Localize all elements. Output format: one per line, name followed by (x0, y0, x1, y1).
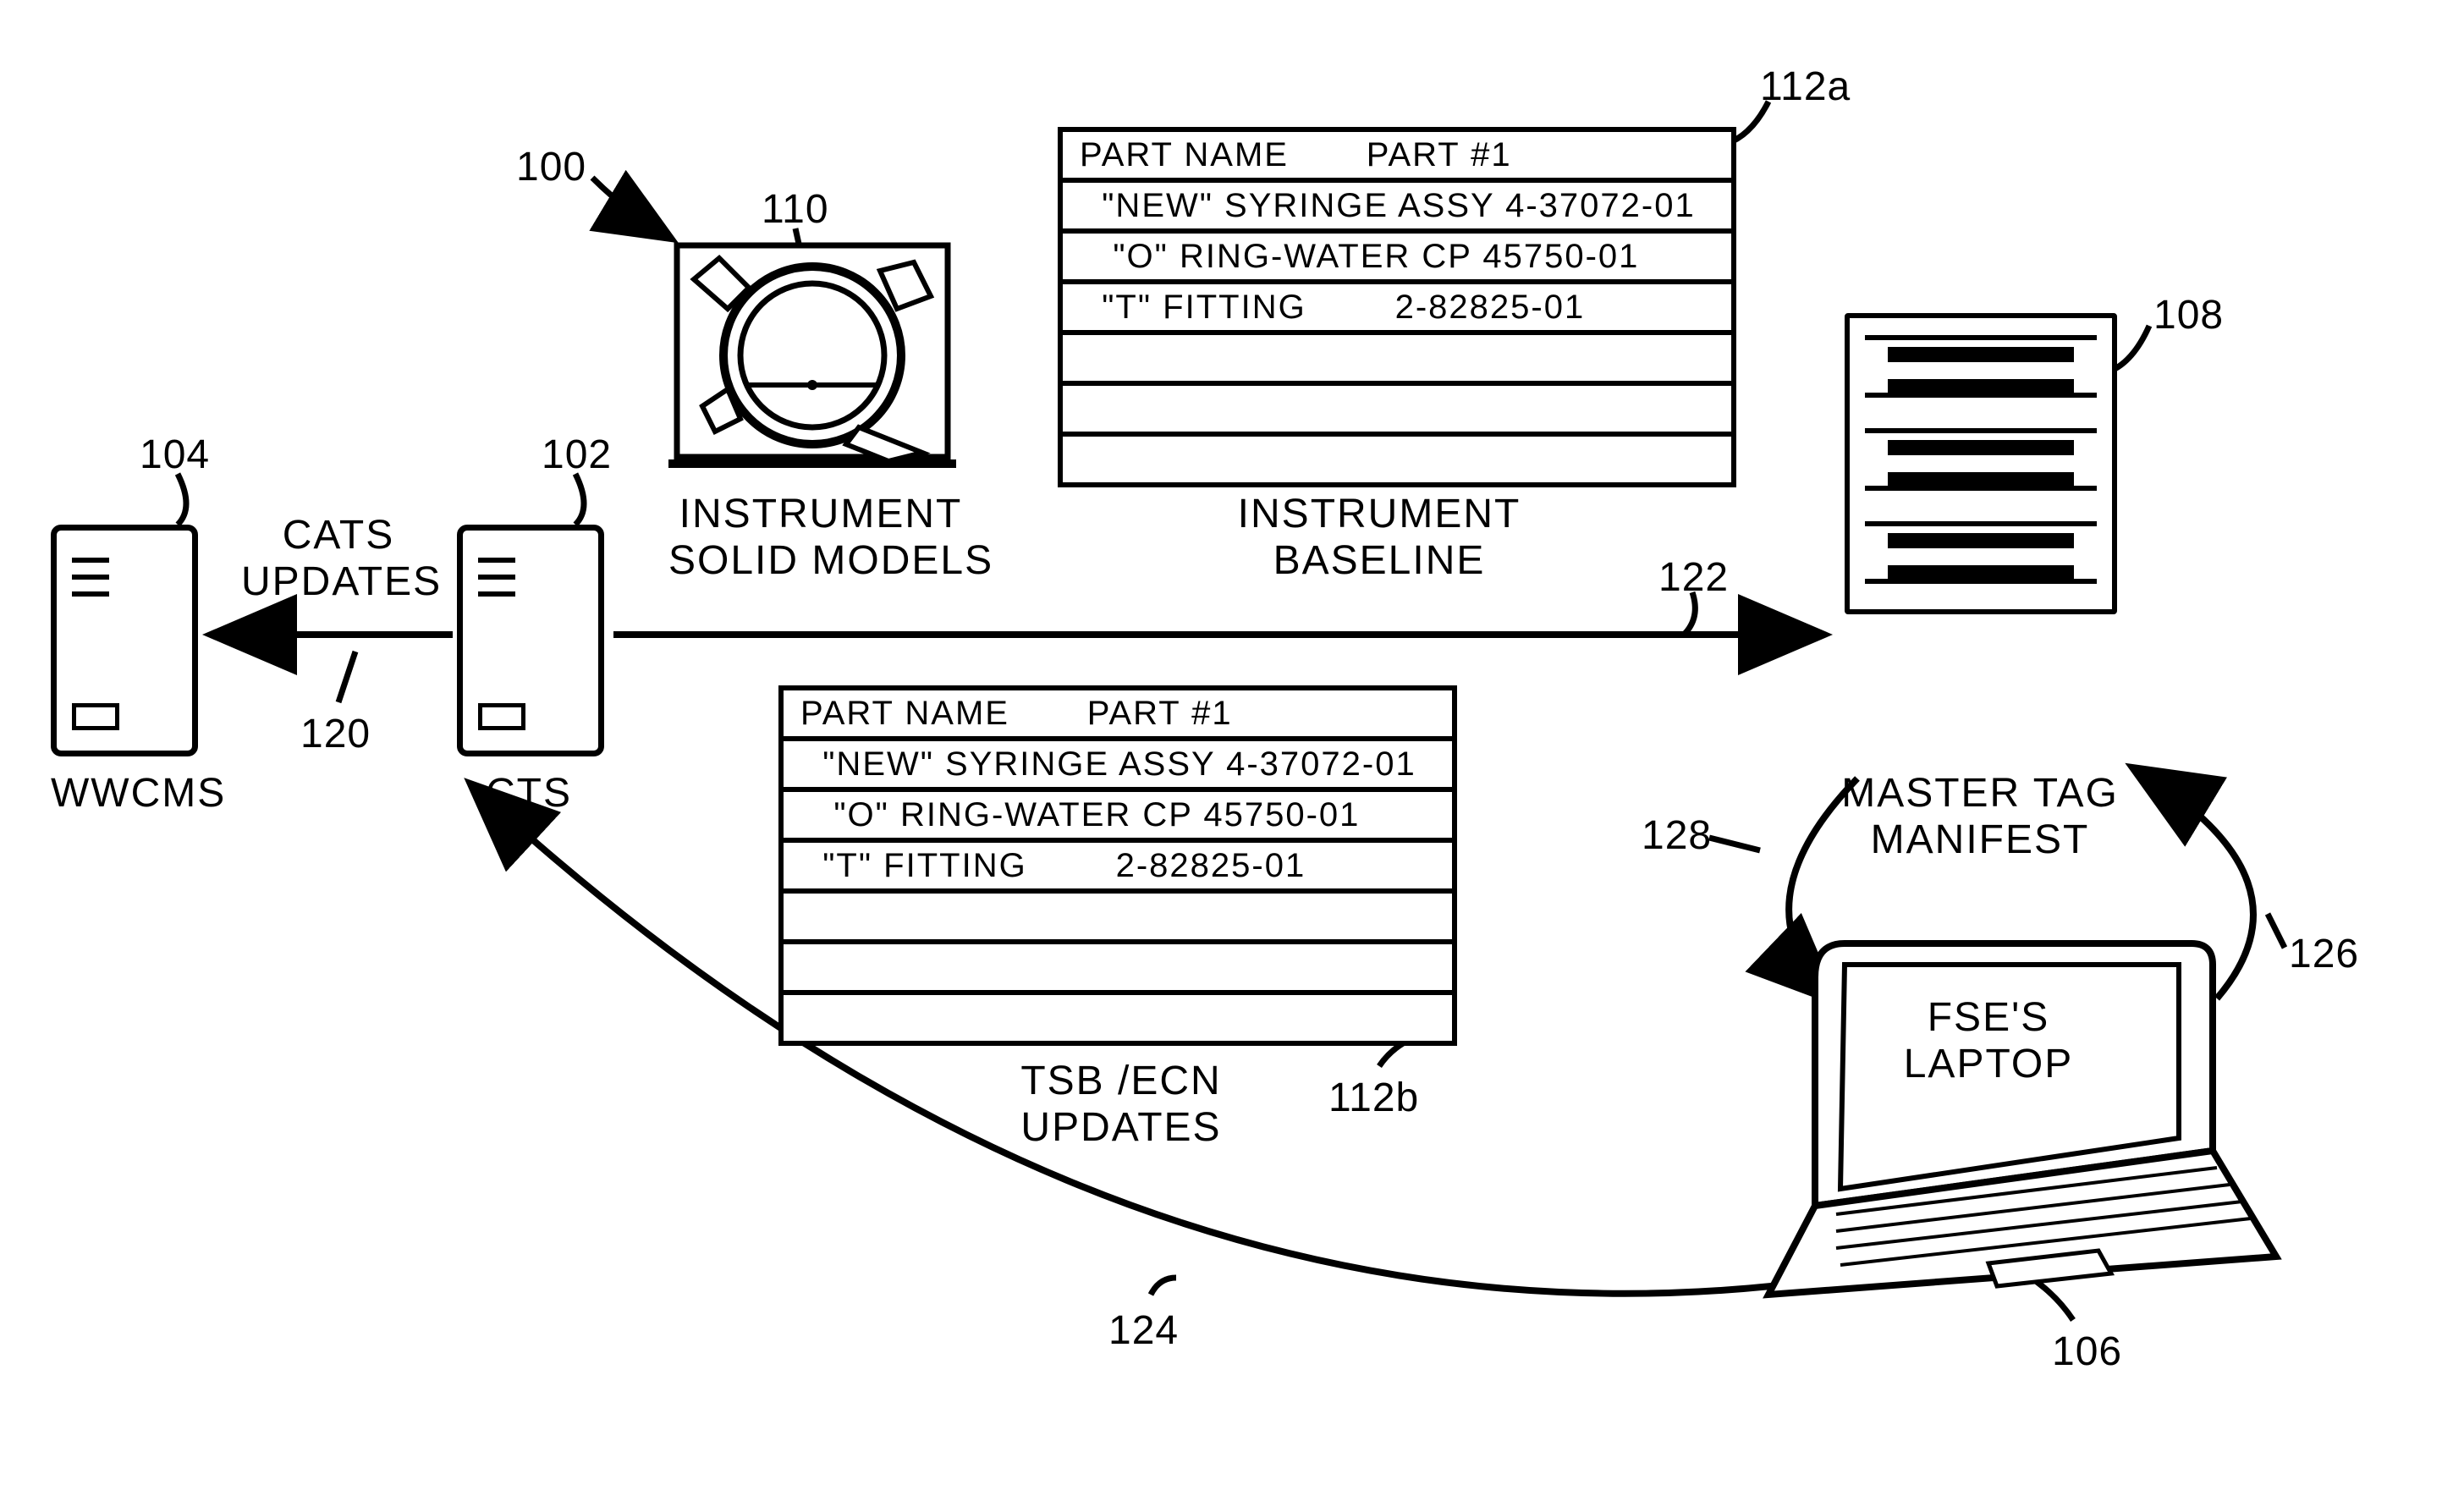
table-row (1063, 437, 1731, 482)
ref-122: 122 (1658, 554, 1729, 601)
ref-100: 100 (516, 144, 586, 190)
master-tag-manifest-label: MASTER TAG MANIFEST (1836, 770, 2124, 863)
ref-128: 128 (1642, 812, 1712, 859)
table-row: "T" FITTING 2-82825-01 (1063, 284, 1731, 335)
fse-laptop-label: FSE'S LAPTOP (1895, 994, 2082, 1087)
table-row (784, 944, 1452, 995)
ref-106: 106 (2052, 1328, 2122, 1375)
ref-120: 120 (300, 711, 371, 757)
table-header: PART NAME PART #1 (784, 690, 1452, 741)
table-header: PART NAME PART #1 (1063, 132, 1731, 183)
master-tag-manifest-icon (1845, 313, 2117, 614)
table-row: "T" FITTING 2-82825-01 (784, 843, 1452, 894)
table-row: "NEW" SYRINGE ASSY 4-37072-01 (784, 741, 1452, 792)
ref-124: 124 (1108, 1307, 1179, 1354)
ref-104: 104 (140, 432, 210, 478)
table-row (784, 995, 1452, 1041)
wwcms-server-icon (51, 525, 198, 756)
instrument-baseline-table: PART NAME PART #1 "NEW" SYRINGE ASSY 4-3… (1058, 127, 1736, 487)
table-row (784, 894, 1452, 944)
table-row (1063, 335, 1731, 386)
tsb-ecn-table: PART NAME PART #1 "NEW" SYRINGE ASSY 4-3… (778, 685, 1457, 1046)
instrument-models-label: INSTRUMENT SOLID MODELS (668, 491, 973, 584)
diagram-stage: WWCMS CTS CATS UPDATES INSTRUMENT SOLID … (0, 0, 2464, 1496)
ref-126: 126 (2289, 931, 2359, 977)
ref-112b: 112b (1328, 1075, 1419, 1121)
table-row (1063, 386, 1731, 437)
cts-label: CTS (470, 770, 588, 817)
table-row: "O" RING-WATER CP 45750-01 (1063, 234, 1731, 284)
table-row: "NEW" SYRINGE ASSY 4-37072-01 (1063, 183, 1731, 234)
wwcms-label: WWCMS (51, 770, 199, 817)
cats-updates-label: CATS UPDATES (241, 512, 436, 605)
ref-102: 102 (542, 432, 612, 478)
instrument-baseline-label: INSTRUMENT BASELINE (1210, 491, 1548, 584)
ref-110: 110 (762, 186, 829, 233)
ref-108: 108 (2153, 292, 2224, 338)
ref-112a: 112a (1760, 63, 1851, 110)
tsb-ecn-label: TSB /ECN UPDATES (973, 1058, 1269, 1151)
table-row: "O" RING-WATER CP 45750-01 (784, 792, 1452, 843)
cts-server-icon (457, 525, 604, 756)
